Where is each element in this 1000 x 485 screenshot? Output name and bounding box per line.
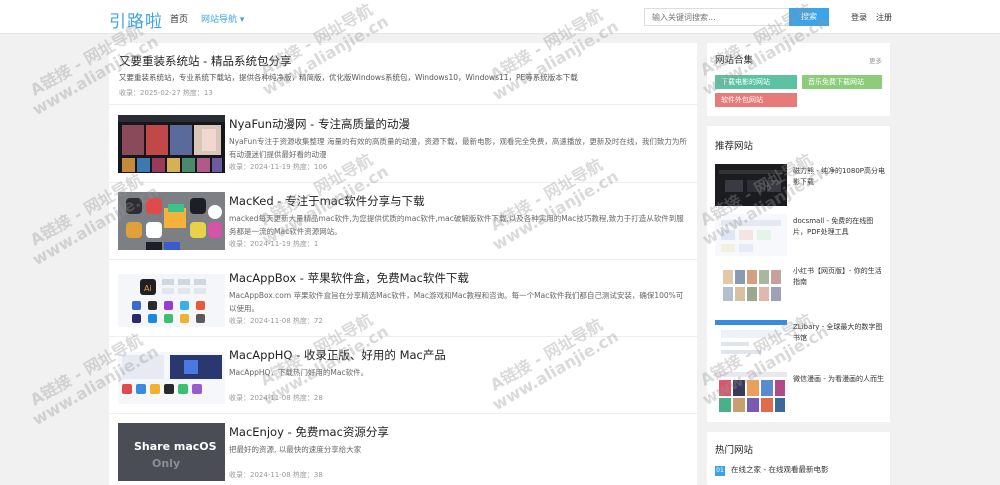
collection-tag[interactable]: 下载电影的网站 [715, 75, 797, 89]
recommend-item[interactable]: docsmall - 免费的在线图片，PDF处理工具 [715, 214, 885, 256]
site-description: MacAppHQ，下载热门好用的Mac软件。 [229, 368, 369, 377]
recommend-thumbnail[interactable] [715, 320, 787, 362]
site-title[interactable]: MacKed - 专注于mac软件分享与下载 [229, 193, 425, 209]
recommend-thumbnail[interactable] [715, 264, 787, 306]
site-meta: 收录：2024-11-19 热度：1 [229, 240, 319, 248]
site-thumbnail[interactable] [118, 192, 225, 250]
hot-title: 热门网站 [715, 445, 754, 456]
search-button[interactable]: 搜索 [789, 8, 829, 26]
site-description: 把最好的资源, 以最快的速度分享给大家 [229, 445, 362, 454]
nav-guide-dropdown[interactable]: 网站导航 ▾ [201, 12, 244, 25]
list-item[interactable]: MacAppHQ - 收录正版、好用的 Mac产品 MacAppHQ，下载热门好… [109, 337, 697, 414]
svg-text:Only: Only [152, 457, 180, 470]
recommend-title: 推荐网站 [715, 141, 754, 152]
recommend-item[interactable]: 微信漫画 - 为看漫画的人而生 [715, 372, 885, 414]
collection-tag[interactable]: 软件外包网站 [715, 93, 797, 107]
site-thumbnail[interactable]: Ai [118, 269, 225, 327]
recommend-text[interactable]: ZLibary - 全球最大的数字图书馆 [793, 322, 885, 344]
recommend-box: 推荐网站 磁力熊 - 纯净的1080P高分电影下载 docsmall - 免费的… [707, 126, 890, 422]
site-description: NyaFun专注于资源收集整理 海量的有效的高质量的动漫，资源下载，最新电影，观… [229, 137, 687, 159]
search-input[interactable] [644, 8, 790, 26]
featured-title[interactable]: 又要重装系统站 - 精品系统包分享 [119, 53, 291, 69]
register-link[interactable]: 注册 [876, 12, 892, 23]
site-meta: 收录：2024-11-08 热度：28 [229, 394, 323, 402]
site-title[interactable]: MacAppBox - 苹果软件盒，免费Mac软件下载 [229, 270, 469, 286]
recommend-item[interactable]: 小红书【网页版】- 你的生活指南 [715, 264, 885, 306]
site-meta: 收录：2024-11-19 热度：106 [229, 163, 328, 171]
featured-description: 又要重装系统站，专业系统下载站，提供各种纯净版，精简版，优化版Windows系统… [119, 73, 578, 82]
collection-box: 网站合集 更多 下载电影的网站 音乐免费下载网站 软件外包网站 [707, 43, 890, 116]
login-link[interactable]: 登录 [851, 12, 867, 23]
site-meta: 收录：2024-11-08 热度：72 [229, 317, 323, 325]
collection-title: 网站合集 [715, 55, 754, 66]
list-item[interactable]: Share macOS Only MacEnjoy - 免费mac资源分享 把最… [109, 414, 697, 485]
site-thumbnail[interactable] [118, 346, 225, 404]
site-title[interactable]: NyaFun动漫网 - 专注高质量的动漫 [229, 116, 410, 132]
hot-rank-badge: 01 [715, 466, 725, 476]
recommend-text[interactable]: 小红书【网页版】- 你的生活指南 [793, 266, 885, 288]
recommend-thumbnail[interactable] [715, 164, 787, 206]
recommend-item[interactable]: 磁力熊 - 纯净的1080P高分电影下载 [715, 164, 885, 206]
featured-item[interactable]: 又要重装系统站 - 精品系统包分享 又要重装系统站，专业系统下载站，提供各种纯净… [109, 43, 697, 105]
site-thumbnail[interactable] [118, 115, 225, 173]
site-thumbnail[interactable]: Share macOS Only [118, 423, 225, 481]
site-title[interactable]: MacAppHQ - 收录正版、好用的 Mac产品 [229, 347, 446, 363]
top-header: 引路啦 首页 网站导航 ▾ 搜索 登录 注册 [0, 0, 1000, 34]
site-list: 又要重装系统站 - 精品系统包分享 又要重装系统站，专业系统下载站，提供各种纯净… [109, 43, 697, 485]
list-item[interactable]: Ai MacAppBox - 苹果软件盒，免费Mac软件下载 MacAppBox… [109, 260, 697, 337]
hot-box: 热门网站 01 在线之家 - 在线观看最新电影 [707, 432, 890, 485]
site-description: MacAppBox.com 苹果软件盒旨在分享精选Mac软件，Mac游戏和Mac… [229, 291, 684, 313]
svg-text:Ai: Ai [144, 284, 152, 293]
list-item[interactable]: NyaFun动漫网 - 专注高质量的动漫 NyaFun专注于资源收集整理 海量的… [109, 106, 697, 183]
featured-meta: 收录：2025-02-27 热度：13 [119, 89, 213, 97]
site-title[interactable]: MacEnjoy - 免费mac资源分享 [229, 424, 389, 440]
collection-tag[interactable]: 音乐免费下载网站 [802, 75, 882, 89]
list-item[interactable]: MacKed - 专注于mac软件分享与下载 macked每天更新大量精品mac… [109, 183, 697, 260]
site-description: macked每天更新大量精品mac软件,为您提供优质的mac软件,mac破解版软… [229, 214, 684, 236]
recommend-text[interactable]: docsmall - 免费的在线图片，PDF处理工具 [793, 216, 885, 238]
recommend-thumbnail[interactable] [715, 372, 787, 414]
recommend-text[interactable]: 微信漫画 - 为看漫画的人而生 [793, 374, 885, 385]
recommend-item[interactable]: ZLibary - 全球最大的数字图书馆 [715, 320, 885, 362]
collection-more-link[interactable]: 更多 [869, 55, 882, 65]
site-logo[interactable]: 引路啦 [109, 7, 163, 32]
nav-home-link[interactable]: 首页 [170, 12, 188, 25]
site-meta: 收录：2024-11-08 热度：38 [229, 471, 323, 479]
hot-item[interactable]: 01 在线之家 - 在线观看最新电影 [715, 464, 828, 476]
recommend-text[interactable]: 磁力熊 - 纯净的1080P高分电影下载 [793, 166, 885, 188]
svg-text:Share macOS: Share macOS [134, 440, 217, 453]
recommend-thumbnail[interactable] [715, 214, 787, 256]
hot-item-text[interactable]: 在线之家 - 在线观看最新电影 [731, 465, 828, 474]
